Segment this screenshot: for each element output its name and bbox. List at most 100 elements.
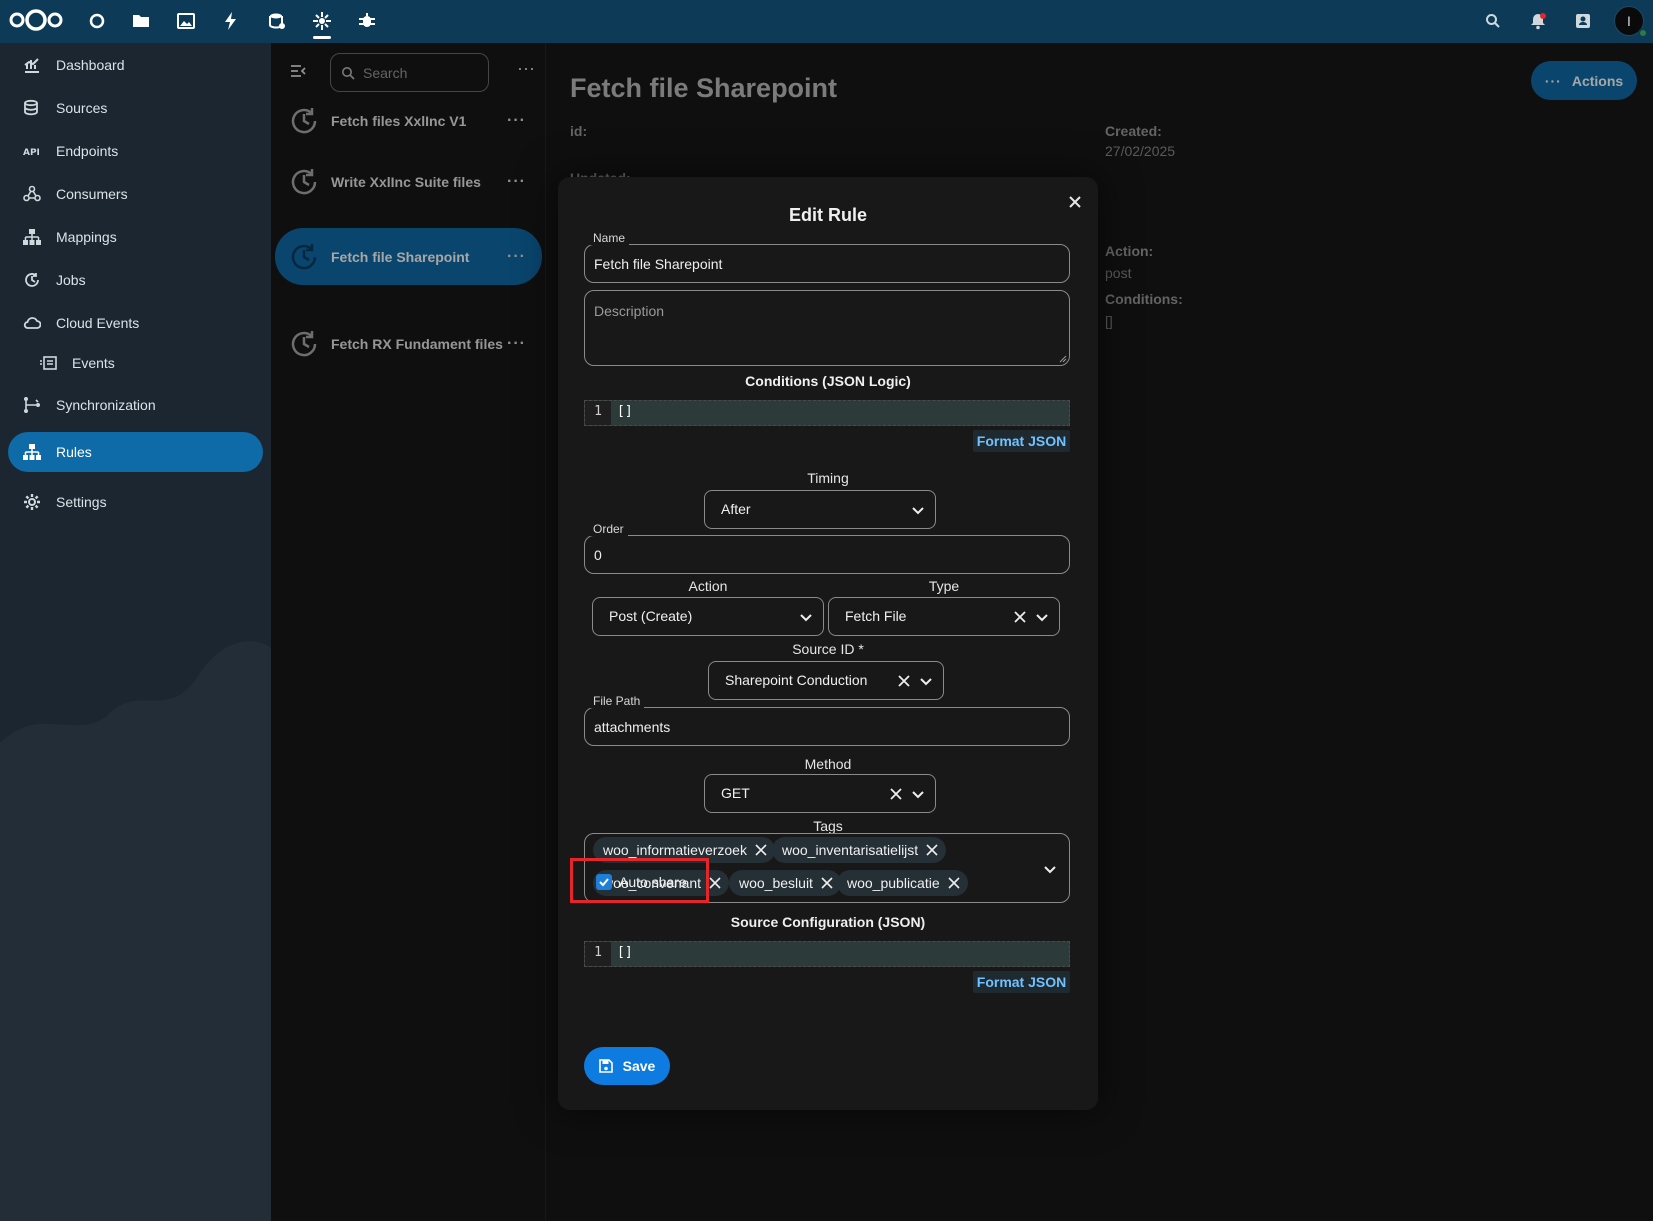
contacts-icon[interactable] [1572, 10, 1594, 32]
name-field[interactable]: Fetch file Sharepoint [584, 244, 1070, 283]
files-app-icon[interactable] [129, 9, 153, 33]
code-text: [] [617, 404, 633, 419]
chevron-down-icon [912, 791, 924, 799]
activity-app-icon[interactable] [219, 9, 243, 33]
nav-item-dashboard[interactable]: Dashboard [8, 45, 263, 85]
app-navigation: Dashboard Sources API Endpoints Consumer… [0, 43, 271, 1221]
method-label: Method [804, 756, 852, 772]
format-json-button[interactable]: Format JSON [973, 971, 1070, 993]
nav-item-consumers[interactable]: Consumers [8, 174, 263, 214]
clear-icon[interactable] [889, 787, 903, 801]
name-label: Name [589, 231, 630, 245]
description-field[interactable]: Description [584, 290, 1070, 366]
tag-label: woo_inventarisatielijst [782, 842, 919, 858]
name-value: Fetch file Sharepoint [594, 256, 723, 272]
conditions-code-editor[interactable]: 1 [] [584, 400, 1070, 426]
format-json-button[interactable]: Format JSON [973, 430, 1070, 452]
notifications-icon[interactable] [1527, 10, 1549, 32]
nav-item-settings[interactable]: Settings [8, 482, 263, 522]
order-label: Order [589, 522, 628, 536]
photos-app-icon[interactable] [174, 9, 198, 33]
events-icon [36, 354, 60, 372]
conditions-title: Conditions (JSON Logic) [745, 373, 911, 389]
nav-item-jobs[interactable]: Jobs [8, 260, 263, 300]
openconnector-app-icon[interactable] [310, 9, 334, 33]
action-label: Action [688, 578, 728, 594]
remove-tag-icon[interactable] [926, 844, 938, 856]
source-id-select[interactable]: Sharepoint Conduction [708, 661, 944, 700]
sitemap-icon [20, 228, 44, 246]
save-button[interactable]: Save [584, 1047, 670, 1085]
tag-label: woo_informatieverzoek [603, 842, 747, 858]
chevron-down-icon[interactable] [1043, 862, 1057, 876]
nav-item-label: Endpoints [56, 143, 119, 159]
type-label: Type [928, 578, 960, 594]
source-id-label: Source ID * [792, 641, 864, 657]
line-number: 1 [585, 401, 611, 425]
nav-item-label: Events [72, 355, 115, 371]
search-icon[interactable] [1482, 10, 1504, 32]
action-value: Post (Create) [609, 608, 693, 624]
remove-tag-icon[interactable] [755, 844, 767, 856]
active-app-indicator [313, 36, 331, 39]
auto-share-label[interactable]: Auto share [619, 874, 687, 890]
nav-item-sources[interactable]: Sources [8, 88, 263, 128]
order-value: 0 [594, 547, 602, 563]
remove-tag-icon[interactable] [948, 877, 960, 889]
rules-icon [20, 443, 44, 461]
clock-icon [20, 271, 44, 289]
auto-share-checkbox[interactable] [596, 874, 612, 890]
avatar-initial: I [1627, 13, 1631, 29]
timing-value: After [721, 501, 751, 517]
chevron-down-icon [800, 614, 812, 622]
chevron-down-icon [912, 507, 924, 515]
tags-label: Tags [813, 818, 843, 834]
bug-app-icon[interactable] [355, 9, 379, 33]
timing-select[interactable]: After [704, 490, 936, 529]
nav-item-synchronization[interactable]: Synchronization [8, 385, 263, 425]
nav-item-label: Rules [56, 444, 92, 460]
nav-item-label: Sources [56, 100, 108, 116]
sync-icon [20, 396, 44, 414]
type-value: Fetch File [845, 608, 907, 624]
nav-item-label: Dashboard [56, 57, 125, 73]
type-select[interactable]: Fetch File [828, 597, 1060, 636]
remove-tag-icon[interactable] [709, 877, 721, 889]
database-app-icon[interactable] [265, 9, 289, 33]
nav-item-endpoints[interactable]: API Endpoints [8, 131, 263, 171]
modal-title: Edit Rule [788, 205, 867, 225]
line-number: 1 [585, 942, 611, 966]
source-config-title: Source Configuration (JSON) [730, 914, 926, 930]
nav-item-cloud-events[interactable]: Cloud Events [8, 303, 263, 343]
remove-tag-icon[interactable] [821, 877, 833, 889]
file-path-field[interactable]: attachments [584, 707, 1070, 746]
nav-item-label: Jobs [56, 272, 86, 288]
svg-text:API: API [23, 148, 40, 158]
clear-icon[interactable] [1013, 610, 1027, 624]
api-icon: API [20, 142, 44, 160]
nav-item-rules[interactable]: Rules [8, 432, 263, 472]
nextcloud-logo-icon[interactable] [8, 7, 64, 33]
nav-item-mappings[interactable]: Mappings [8, 217, 263, 257]
tag-label: woo_publicatie [847, 875, 940, 891]
top-bar: I [0, 0, 1653, 43]
action-select[interactable]: Post (Create) [592, 597, 824, 636]
resize-handle-icon[interactable] [1059, 355, 1067, 363]
method-select[interactable]: GET [704, 774, 936, 813]
nav-item-events[interactable]: Events [24, 343, 263, 383]
source-config-code-editor[interactable]: 1 [] [584, 941, 1070, 967]
tag-chip: woo_besluit [729, 870, 841, 896]
nav-item-label: Settings [56, 494, 107, 510]
file-path-value: attachments [594, 719, 671, 735]
background-hills [0, 641, 271, 1221]
edit-rule-modal: Edit Rule Fetch file Sharepoint Name Des… [558, 177, 1098, 1110]
dashboard-app-icon[interactable] [85, 9, 109, 33]
timing-label: Timing [807, 470, 849, 486]
nav-item-label: Consumers [56, 186, 128, 202]
database-icon [20, 99, 44, 117]
clear-icon[interactable] [897, 674, 911, 688]
file-path-label: File Path [589, 694, 645, 708]
chevron-down-icon [920, 678, 932, 686]
description-placeholder: Description [594, 303, 665, 319]
order-field[interactable]: 0 [584, 535, 1070, 574]
